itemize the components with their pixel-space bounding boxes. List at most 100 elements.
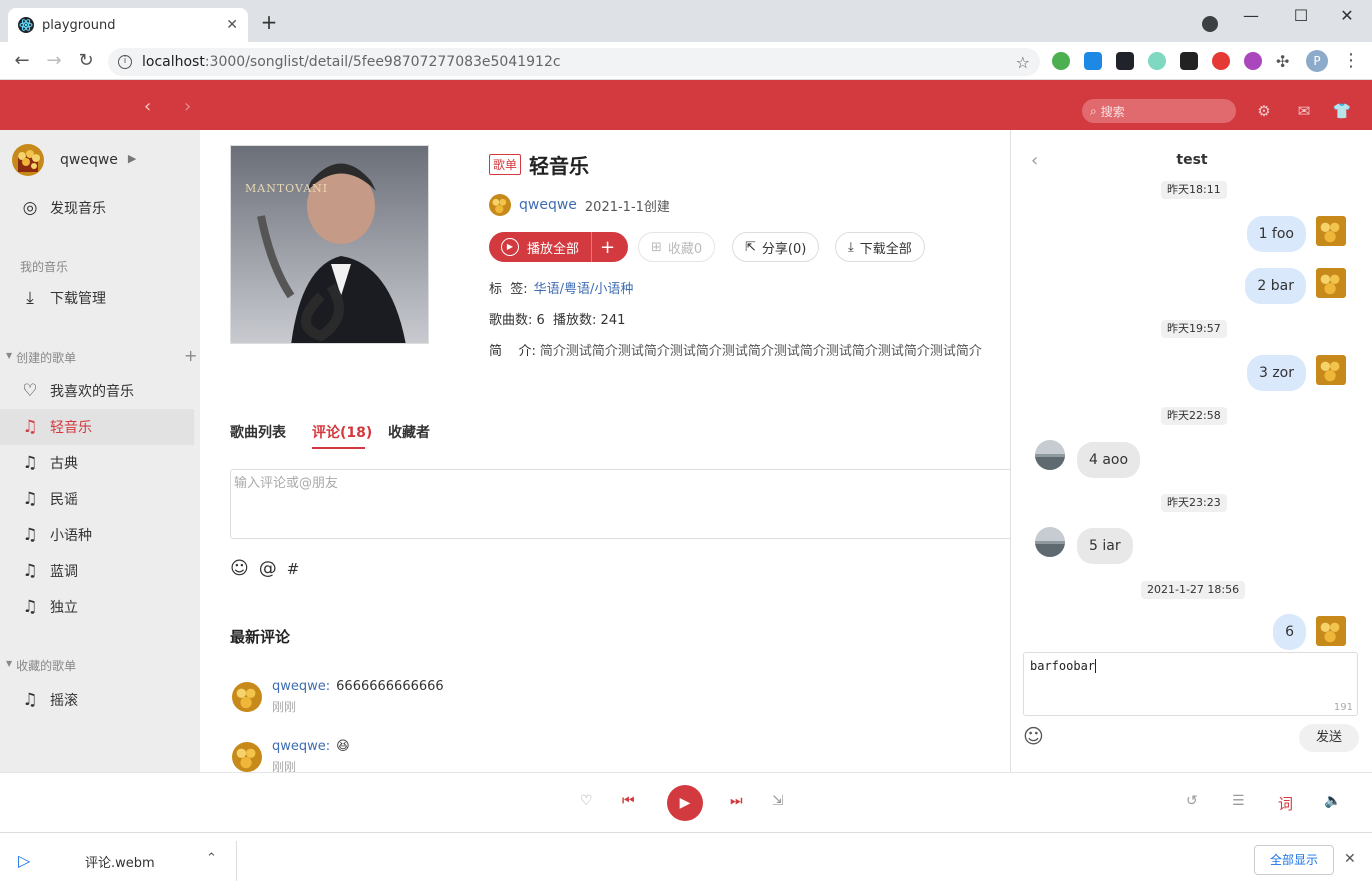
download-filename[interactable]: 评论.webm [85, 852, 155, 871]
my-music-heading: 我的音乐 [20, 260, 69, 274]
lyrics-button[interactable]: 词 [1278, 793, 1293, 814]
extension-icon[interactable] [1084, 52, 1102, 70]
collect-button[interactable]: ⊞ 收藏0 [638, 232, 716, 262]
avatar[interactable] [1035, 440, 1065, 470]
puzzle-icon[interactable]: ✣ [1276, 52, 1289, 71]
creator-link[interactable]: qweqwe [519, 197, 577, 213]
loop-icon[interactable]: ↺ [1186, 793, 1198, 809]
profile-avatar[interactable]: P [1306, 50, 1328, 72]
tab-collectors[interactable]: 收藏者 [388, 422, 430, 442]
extension-icon[interactable] [1244, 52, 1262, 70]
play-button[interactable]: ▶ [667, 785, 703, 821]
chat-message-input[interactable]: barfoobar 191 [1023, 652, 1358, 716]
add-playlist-icon[interactable]: + [184, 346, 197, 365]
volume-icon[interactable]: 🔈 [1324, 793, 1341, 809]
chat-timestamp: 昨天19:57 [1161, 320, 1227, 338]
url-path: :3000/songlist/detail/5fee98707277083e50… [204, 54, 561, 70]
emoji-icon[interactable]: ☺ [230, 558, 249, 579]
playlist-cover[interactable]: MANTOVANI [230, 145, 429, 344]
username[interactable]: qweqwe ▶ [60, 152, 136, 168]
mention-button[interactable]: @ [259, 558, 277, 579]
mail-icon[interactable]: ✉ [1294, 101, 1314, 121]
play-all-button[interactable]: ▶ 播放全部 + [489, 232, 628, 262]
avatar[interactable] [1316, 268, 1346, 298]
sidebar-item-blues[interactable]: ♫ 蓝调 [0, 553, 194, 589]
sidebar-item-rock[interactable]: ♫ 摇滚 [0, 682, 194, 718]
chevron-up-icon[interactable]: ⌃ [206, 851, 217, 866]
star-icon[interactable]: ☆ [1016, 53, 1030, 72]
forward-icon[interactable]: → [42, 50, 66, 72]
avatar[interactable] [1316, 616, 1346, 646]
nav-forward-icon[interactable]: › [184, 96, 191, 117]
extension-icon[interactable] [1052, 52, 1070, 70]
collected-playlists-heading[interactable]: ▼ 收藏的歌单 [6, 657, 76, 674]
gear-icon[interactable]: ⚙ [1254, 101, 1274, 121]
react-devtools-icon[interactable] [1116, 52, 1134, 70]
emoji-icon[interactable]: ☺ [1023, 724, 1044, 748]
comment-user[interactable]: qweqwe: [272, 739, 330, 754]
sidebar: qweqwe ▶ ◎ 发现音乐 我的音乐 ⤓ 下载管理 ▼ 创建的歌单 + ♡ 我… [0, 130, 200, 772]
chat-timestamp: 昨天22:58 [1161, 407, 1227, 425]
avatar[interactable] [1035, 527, 1065, 557]
close-icon[interactable]: ✕ [1344, 851, 1356, 867]
sidebar-item-light-music[interactable]: ♫ 轻音乐 [0, 409, 194, 445]
browser-tab[interactable]: playground ✕ [8, 8, 248, 42]
comment-user[interactable]: qweqwe: [272, 679, 330, 694]
next-icon[interactable]: ⏭ [730, 793, 743, 809]
music-note-icon: ♫ [22, 689, 38, 710]
search-input[interactable]: ⌕ 搜索 [1082, 99, 1236, 123]
tshirt-icon[interactable]: 👕 [1332, 101, 1352, 121]
extension-icon[interactable] [1180, 52, 1198, 70]
sidebar-item-label: 发现音乐 [50, 201, 106, 217]
extension-icon[interactable] [1212, 52, 1230, 70]
comment-input[interactable]: 输入评论或@朋友 [230, 469, 1010, 539]
minimize-button[interactable]: — [1236, 4, 1266, 28]
sidebar-item-indie[interactable]: ♫ 独立 [0, 589, 194, 625]
omnibox[interactable]: i localhost:3000/songlist/detail/5fee987… [108, 48, 1040, 76]
sidebar-item-minor-language[interactable]: ♫ 小语种 [0, 517, 194, 553]
created-playlists-heading[interactable]: ▼ 创建的歌单 [6, 349, 76, 366]
play-outline-icon[interactable]: ▷ [18, 851, 30, 870]
share-icon[interactable]: ⇲ [772, 793, 784, 809]
topic-button[interactable]: # [287, 560, 300, 578]
info-icon[interactable]: i [118, 55, 132, 69]
send-button[interactable]: 发送 [1299, 724, 1359, 752]
sidebar-item-folk[interactable]: ♫ 民谣 [0, 481, 194, 517]
reload-icon[interactable]: ↻ [74, 50, 98, 72]
avatar[interactable] [232, 682, 262, 712]
menu-dots-icon[interactable]: ⋮ [1342, 50, 1360, 71]
tab-search-icon[interactable] [1202, 16, 1218, 32]
playlist-badge: 歌单 [489, 154, 522, 175]
avatar[interactable] [1316, 355, 1346, 385]
player-bar: ♡ ⏮ ▶ ⏭ ⇲ ↺ ☰ 词 🔈 [0, 772, 1372, 832]
sidebar-item-discover[interactable]: ◎ 发现音乐 [0, 190, 194, 226]
avatar[interactable] [12, 144, 44, 176]
close-window-button[interactable]: ✕ [1332, 4, 1362, 28]
avatar[interactable] [1316, 216, 1346, 246]
add-to-queue-icon[interactable]: + [600, 237, 615, 258]
avatar[interactable] [232, 742, 262, 772]
char-counter: 191 [1333, 702, 1353, 713]
nav-back-icon[interactable]: ‹ [144, 96, 151, 117]
creator-avatar[interactable] [489, 194, 511, 216]
tags-link[interactable]: 华语/粤语/小语种 [534, 278, 634, 297]
new-tab-button[interactable]: + [258, 12, 280, 34]
maximize-button[interactable]: ☐ [1286, 4, 1316, 28]
back-icon[interactable]: ← [10, 50, 34, 72]
playlist-icon[interactable]: ☰ [1232, 793, 1245, 809]
sidebar-item-classical[interactable]: ♫ 古典 [0, 445, 194, 481]
heart-icon[interactable]: ♡ [580, 793, 593, 809]
sidebar-item-download[interactable]: ⤓ 下载管理 [0, 280, 194, 316]
tab-comments[interactable]: 评论(18) [312, 422, 372, 442]
sidebar-item-favorites[interactable]: ♡ 我喜欢的音乐 [0, 373, 194, 409]
show-all-button[interactable]: 全部显示 [1254, 845, 1334, 875]
caret-down-icon: ▼ [6, 659, 13, 668]
share-button[interactable]: ⇱ 分享(0) [732, 232, 820, 262]
download-all-button[interactable]: ⤓ 下载全部 [835, 232, 925, 262]
previous-icon[interactable]: ⏮ [622, 793, 635, 809]
tab-songs[interactable]: 歌曲列表 [230, 422, 286, 442]
extension-icon[interactable] [1148, 52, 1166, 70]
close-tab-icon[interactable]: ✕ [226, 17, 238, 33]
comment-placeholder: 输入评论或@朋友 [234, 476, 339, 491]
chat-title: test [1176, 152, 1208, 168]
